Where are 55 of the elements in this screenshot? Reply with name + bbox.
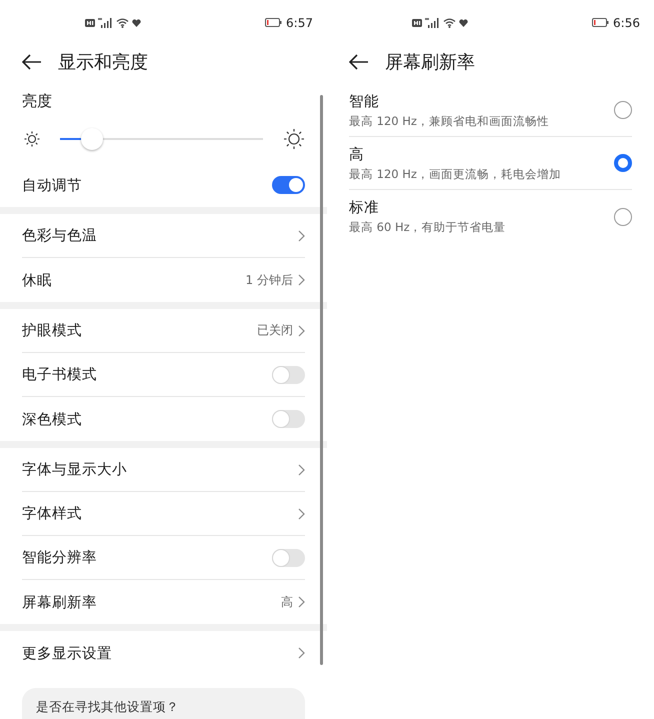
battery-icon — [592, 18, 610, 27]
toggle-switch[interactable] — [272, 366, 305, 384]
setting-label[interactable]: 智能分辨率 — [22, 548, 97, 567]
status-time: 6:57 — [286, 16, 313, 30]
chevron-right-icon — [298, 230, 305, 242]
chevron-right-icon — [298, 464, 305, 476]
setting-label[interactable]: 字体样式 — [22, 504, 82, 523]
slider-thumb[interactable] — [81, 128, 104, 150]
setting-value: 高 — [281, 594, 293, 610]
setting-label[interactable]: 字体与显示大小 — [22, 460, 127, 479]
setting-label[interactable]: 自动调节 — [22, 176, 82, 194]
page-title: 屏幕刷新率 — [385, 50, 475, 74]
setting-label[interactable]: 屏幕刷新率 — [22, 592, 97, 612]
chevron-right-icon — [298, 508, 305, 520]
option-description: 最高 120 Hz，画面更流畅，耗电会增加 — [349, 166, 561, 182]
radio-button[interactable] — [614, 101, 632, 119]
heart-icon — [132, 18, 141, 26]
toggle-switch[interactable] — [272, 410, 305, 428]
page-title: 显示和亮度 — [58, 50, 148, 74]
toggle-switch[interactable] — [272, 548, 305, 566]
radio-button[interactable] — [614, 208, 632, 226]
hd-icon — [85, 18, 95, 26]
setting-value: 已关闭 — [257, 322, 293, 339]
option-title[interactable]: 高 — [349, 144, 561, 164]
radio-button[interactable] — [614, 154, 632, 172]
suggestion-text: 是否在寻找其他设置项？ — [36, 699, 180, 714]
option-title[interactable]: 标准 — [349, 198, 506, 217]
status-time: 6:56 — [613, 16, 640, 30]
heart-icon — [459, 18, 468, 26]
brightness-label: 亮度 — [22, 92, 52, 111]
wifi-icon — [116, 18, 129, 28]
sun-large-icon — [283, 128, 305, 150]
chevron-right-icon — [298, 274, 305, 286]
sun-small-icon — [24, 131, 40, 147]
option-description: 最高 60 Hz，有助于节省电量 — [349, 220, 506, 235]
hd-icon — [412, 18, 422, 26]
battery-icon — [265, 18, 282, 27]
setting-label[interactable]: 色彩与色温 — [22, 226, 97, 245]
setting-label[interactable]: 深色模式 — [22, 410, 82, 428]
toggle-switch[interactable] — [272, 176, 305, 194]
wifi-icon — [443, 18, 456, 28]
chevron-right-icon — [298, 596, 305, 608]
option-title[interactable]: 智能 — [349, 92, 549, 110]
setting-label[interactable]: 更多显示设置 — [22, 644, 112, 662]
setting-value: 1 分钟后 — [246, 272, 293, 288]
setting-label[interactable]: 护眼模式 — [22, 321, 82, 340]
back-arrow-icon[interactable] — [349, 54, 369, 70]
chevron-right-icon — [298, 647, 305, 659]
signal-icon — [98, 18, 113, 28]
signal-icon — [425, 18, 440, 28]
chevron-right-icon — [298, 324, 305, 336]
back-arrow-icon[interactable] — [22, 54, 42, 70]
setting-label[interactable]: 电子书模式 — [22, 365, 97, 384]
setting-label[interactable]: 休眠 — [22, 270, 52, 290]
option-description: 最高 120 Hz，兼顾省电和画面流畅性 — [349, 114, 549, 128]
